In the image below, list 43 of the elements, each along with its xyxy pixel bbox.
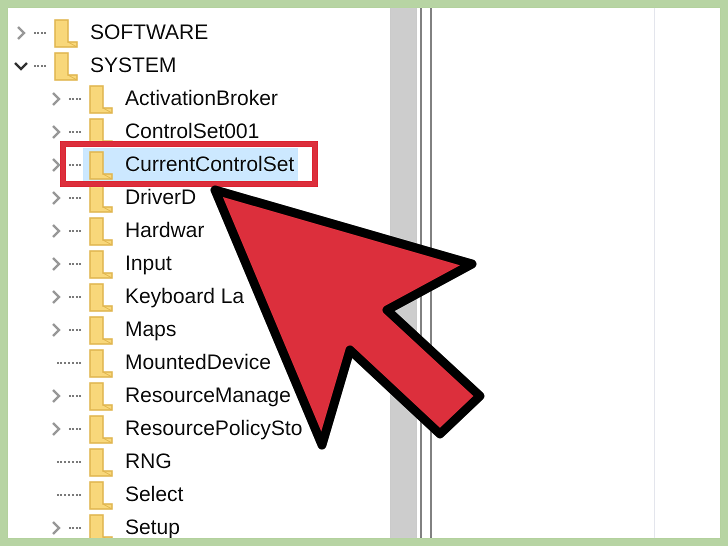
chevron-right-icon[interactable] (51, 322, 61, 336)
chevron-right-icon[interactable] (51, 92, 61, 106)
chevron-right-icon[interactable] (51, 224, 61, 238)
chevron-right-icon[interactable] (51, 422, 61, 436)
folder-icon (89, 84, 113, 114)
tree-item[interactable]: Maps (83, 313, 180, 346)
chevron-right-icon[interactable] (51, 290, 61, 304)
folder-icon (89, 512, 113, 538)
chevron-right-icon[interactable] (16, 26, 26, 40)
chevron-down-icon[interactable] (14, 60, 28, 70)
folder-icon (89, 480, 113, 510)
chevron-right-icon[interactable] (51, 124, 61, 138)
chevron-right-icon[interactable] (51, 520, 61, 534)
tree-item[interactable]: MountedDevice (83, 346, 275, 379)
chevron-right-icon[interactable] (51, 158, 61, 172)
tree-item[interactable]: Setup (83, 511, 184, 538)
folder-icon (89, 216, 113, 246)
tree-item[interactable]: ResourcePolicySto (83, 412, 306, 445)
tree-item[interactable]: Input (83, 247, 176, 280)
folder-icon (89, 380, 113, 410)
folder-icon (54, 18, 78, 48)
tree-item[interactable]: Hardwar (83, 214, 208, 247)
chevron-right-icon[interactable] (51, 256, 61, 270)
folder-icon (89, 446, 113, 476)
tree-item[interactable]: ResourceManage (83, 379, 295, 412)
folder-icon (89, 348, 113, 378)
folder-icon (89, 248, 113, 278)
folder-icon (89, 314, 113, 344)
folder-icon (89, 282, 113, 312)
folder-icon (89, 414, 113, 444)
folder-icon (54, 50, 78, 80)
tree-item[interactable]: RNG (83, 445, 176, 478)
tree-item[interactable]: SYSTEM (48, 49, 180, 82)
chevron-right-icon[interactable] (51, 388, 61, 402)
tree-item[interactable]: Keyboard La (83, 280, 248, 313)
tree-item[interactable]: Select (83, 478, 188, 511)
tree-item[interactable]: ControlSet001 (83, 115, 264, 148)
tree-item[interactable]: SOFTWARE (48, 16, 212, 49)
tree-item[interactable]: ActivationBroker (83, 82, 282, 115)
tree-item[interactable]: CurrentControlSet (83, 148, 298, 181)
folder-icon (89, 150, 113, 180)
chevron-right-icon[interactable] (51, 190, 61, 204)
tree-item[interactable]: DriverD (83, 181, 200, 214)
